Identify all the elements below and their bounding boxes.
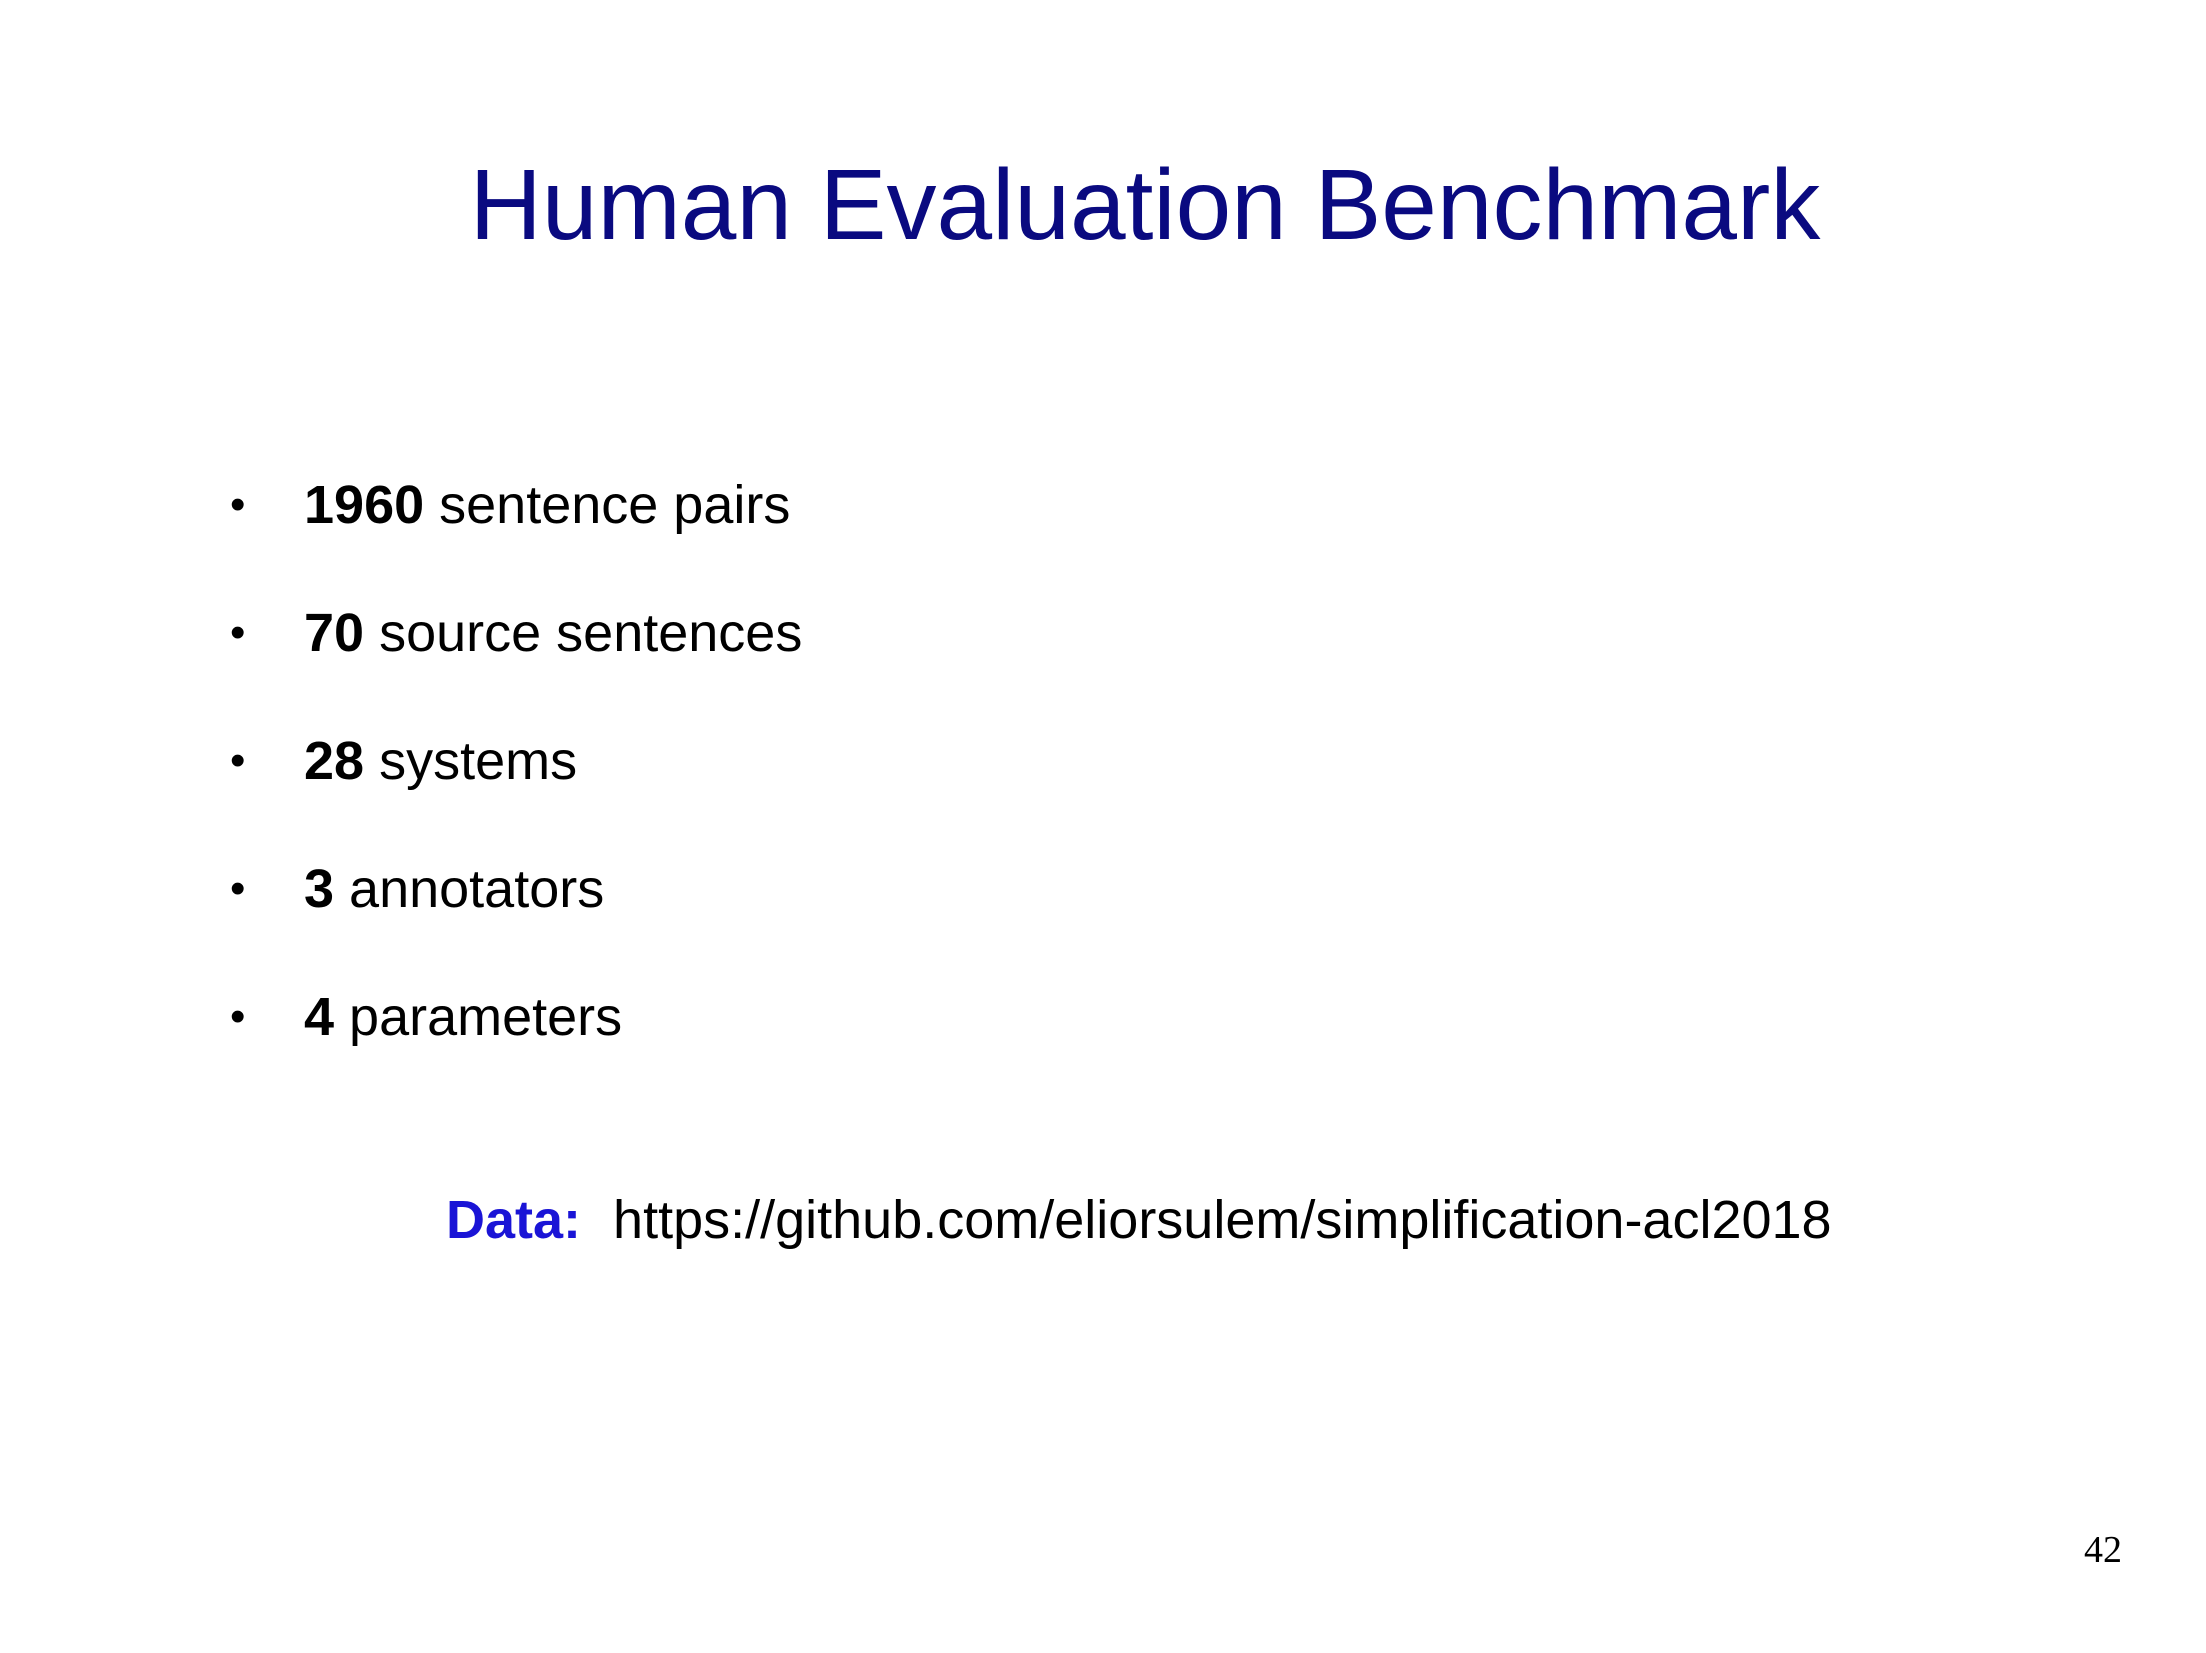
data-label: Data: (446, 1190, 582, 1250)
bullet-label: source sentences (364, 603, 803, 663)
data-source: Data: https://github.com/eliorsulem/simpl… (446, 1185, 1832, 1255)
bullet-icon: • (230, 736, 246, 785)
bullet-text: 28 systems (304, 726, 577, 796)
bullet-icon: • (230, 864, 246, 913)
bullet-label: sentence pairs (424, 475, 791, 535)
bullet-number: 1960 (304, 475, 425, 535)
bullet-icon: • (230, 992, 246, 1041)
bullet-label: annotators (334, 859, 605, 919)
bullet-icon: • (230, 608, 246, 657)
bullet-text: 3 annotators (304, 854, 604, 924)
bullet-number: 28 (304, 731, 365, 791)
page-number: 42 (2084, 1529, 2122, 1571)
bullet-number: 4 (304, 987, 335, 1047)
bullet-label: systems (364, 731, 578, 791)
data-url: https://github.com/eliorsulem/simplifica… (613, 1190, 1832, 1250)
bullet-text: 4 parameters (304, 982, 622, 1052)
bullet-label: parameters (334, 987, 623, 1047)
slide-title: Human Evaluation Benchmark (469, 149, 1821, 261)
bullet-number: 70 (304, 603, 365, 663)
bullet-text: 70 source sentences (304, 598, 802, 668)
bullet-number: 3 (304, 859, 335, 919)
bullet-icon: • (230, 480, 246, 529)
slide: Human Evaluation Benchmark • 1960 senten… (0, 0, 2206, 1653)
bullet-text: 1960 sentence pairs (304, 470, 790, 540)
